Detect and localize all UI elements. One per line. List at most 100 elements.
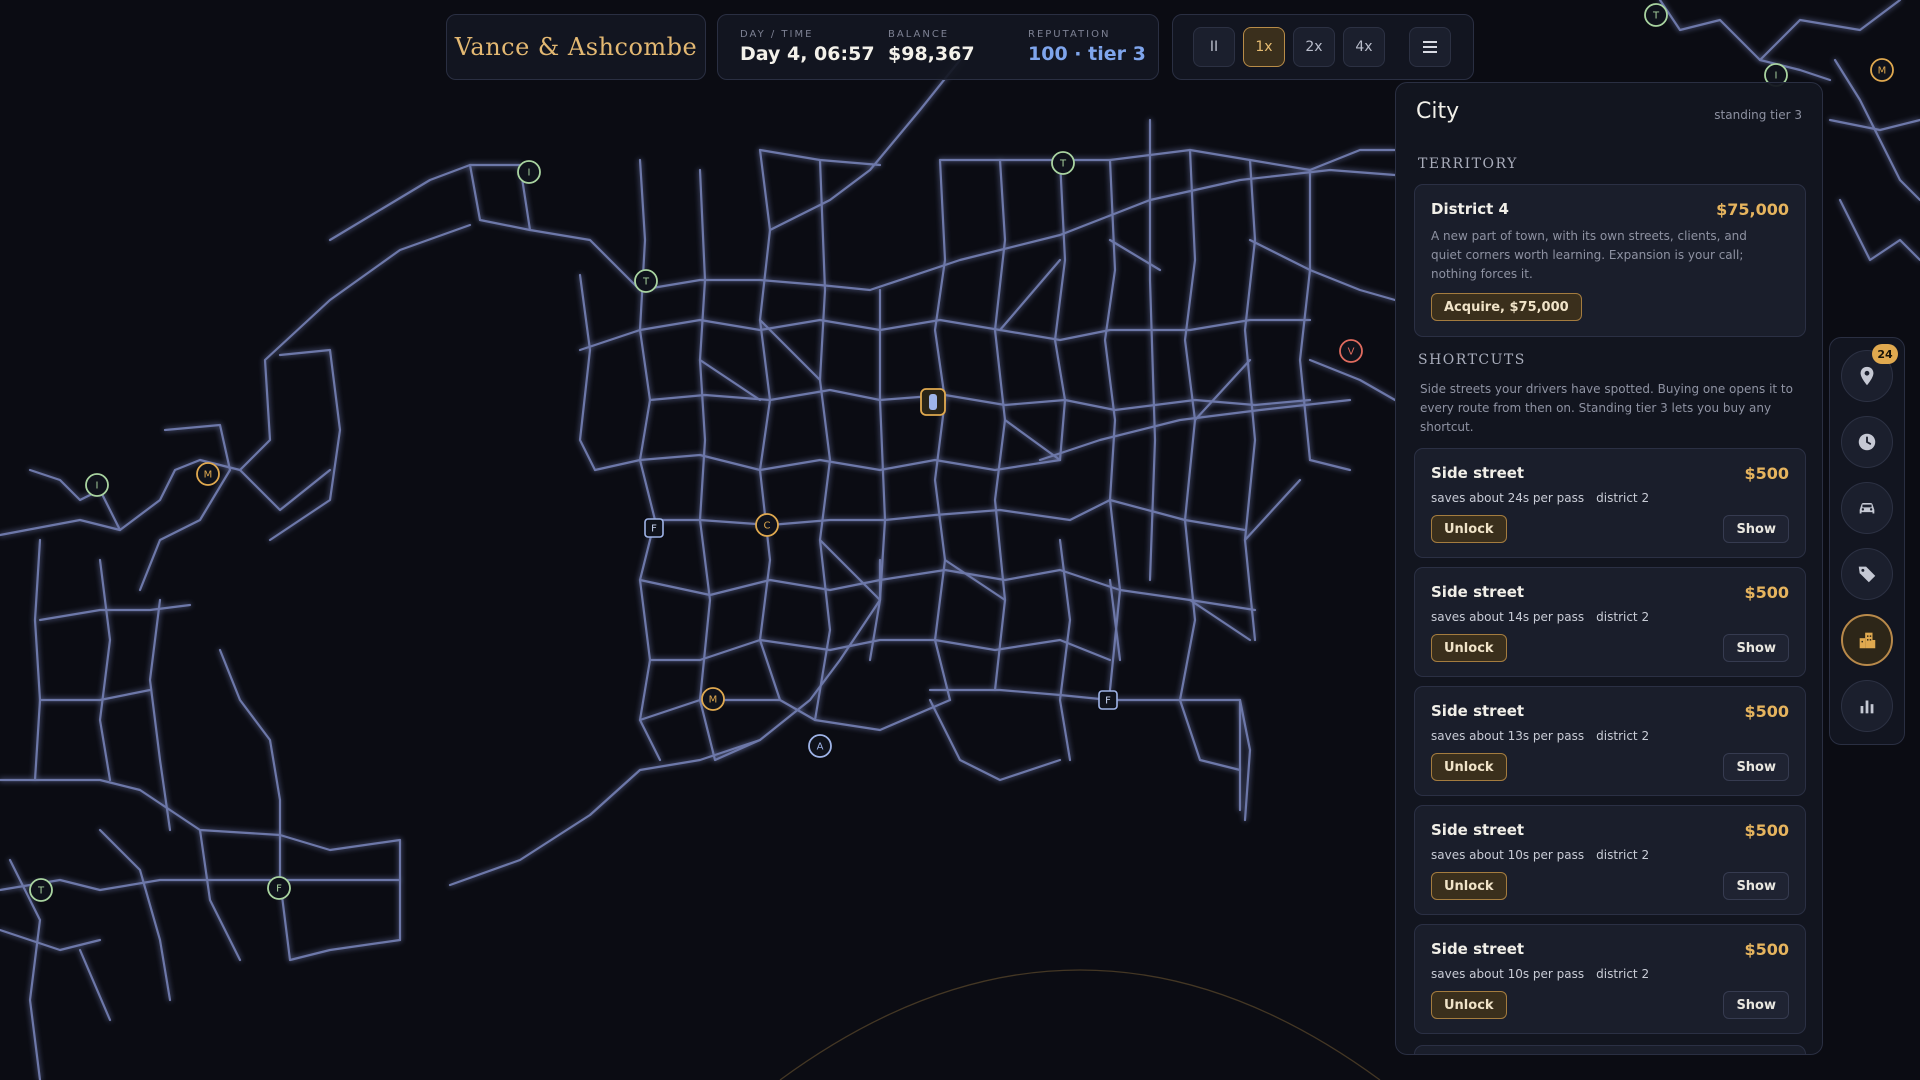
map-marker-letter: T: [1059, 159, 1067, 170]
map-marker-letter: T: [1652, 11, 1660, 22]
map-marker-letter: V: [1348, 347, 1355, 358]
shortcut-meta: saves about 13s per pass district 2: [1431, 729, 1649, 743]
shortcut-price: $500: [1744, 702, 1789, 721]
show-shortcut-button[interactable]: Show: [1723, 753, 1789, 781]
rail-city-button[interactable]: [1841, 614, 1893, 666]
menu-button[interactable]: [1409, 27, 1451, 67]
show-shortcut-button[interactable]: Show: [1723, 515, 1789, 543]
shortcut-price: $500: [1744, 583, 1789, 602]
rail-time-button[interactable]: [1841, 416, 1893, 468]
shortcut-meta: saves about 14s per pass district 2: [1431, 610, 1649, 624]
balance-value: $98,367: [888, 43, 975, 65]
city-icon: [1859, 632, 1876, 649]
reputation-label: REPUTATION: [1028, 29, 1111, 40]
day-time-value: Day 4, 06:57: [740, 43, 875, 65]
territory-heading: TERRITORY: [1418, 156, 1518, 172]
shortcut-district: district 2: [1596, 491, 1650, 505]
rail-pricing-button[interactable]: [1841, 548, 1893, 600]
shortcut-savings: saves about 10s per pass: [1431, 967, 1585, 981]
balance-label: BALANCE: [888, 29, 950, 40]
clock-icon: [1858, 433, 1876, 451]
shortcut-title: Side street: [1431, 940, 1525, 958]
map-pin-icon: [1860, 366, 1874, 386]
icon-rail: 24: [1829, 337, 1905, 745]
shortcut-title: Side street: [1431, 464, 1525, 482]
shortcut-title: Side street: [1431, 583, 1525, 601]
speed-1x-button[interactable]: 1x: [1243, 27, 1285, 67]
map-marker-letter: A: [817, 742, 824, 753]
map-marker-letter: M: [204, 470, 213, 481]
map-marker-letter: M: [1878, 66, 1887, 77]
car-icon: [1859, 502, 1875, 514]
range-arc: [779, 969, 1381, 1080]
unlock-shortcut-button[interactable]: Unlock: [1431, 515, 1507, 543]
acquire-district-button[interactable]: Acquire, $75,000: [1431, 293, 1582, 321]
show-shortcut-button[interactable]: Show: [1723, 634, 1789, 662]
day-time-stat: DAY / TIME Day 4, 06:57: [740, 29, 875, 65]
shortcut-meta: saves about 10s per pass district 2: [1431, 848, 1649, 862]
tag-icon: [1858, 566, 1876, 583]
panel-title: City: [1416, 99, 1460, 124]
show-shortcut-button[interactable]: Show: [1723, 991, 1789, 1019]
show-shortcut-button[interactable]: Show: [1723, 872, 1789, 900]
speed-2x-button[interactable]: 2x: [1293, 27, 1335, 67]
car-icon: [929, 394, 937, 410]
reputation-value: 100 · tier 3: [1028, 43, 1146, 65]
unlock-shortcut-button[interactable]: Unlock: [1431, 634, 1507, 662]
bar-chart-icon: [1860, 700, 1874, 714]
rail-stats-button[interactable]: [1841, 680, 1893, 732]
shortcut-card: Side street $500 saves about 24s per pass d…: [1414, 448, 1806, 558]
depot-marker-letter: F: [1105, 696, 1111, 707]
shortcut-meta: saves about 24s per pass district 2: [1431, 491, 1649, 505]
speed-controls: II 1x 2x 4x: [1172, 14, 1474, 80]
shortcut-savings: saves about 14s per pass: [1431, 610, 1585, 624]
pause-button[interactable]: II: [1193, 27, 1235, 67]
shortcuts-heading: SHORTCUTS: [1418, 352, 1526, 368]
map-marker-letter: T: [642, 277, 650, 288]
shortcut-district: district 2: [1596, 729, 1650, 743]
speed-4x-button[interactable]: 4x: [1343, 27, 1385, 67]
shortcut-card: Side street $500 saves about 10s per pass d…: [1414, 924, 1806, 1034]
shortcut-savings: saves about 10s per pass: [1431, 848, 1585, 862]
shortcut-district: district 2: [1596, 848, 1650, 862]
stats-card: DAY / TIME Day 4, 06:57 BALANCE $98,367 …: [717, 14, 1159, 80]
day-time-label: DAY / TIME: [740, 29, 814, 40]
unlock-shortcut-button[interactable]: Unlock: [1431, 872, 1507, 900]
city-panel: City standing tier 3 TERRITORY District …: [1395, 82, 1823, 1055]
shortcut-price: $500: [1744, 940, 1789, 959]
map-marker-letter: I: [1775, 71, 1778, 82]
balance-stat: BALANCE $98,367: [888, 29, 975, 65]
standing-tier: standing tier 3: [1714, 108, 1802, 122]
shortcut-meta: saves about 10s per pass district 2: [1431, 967, 1649, 981]
map-marker-letter: I: [528, 168, 531, 179]
company-name: Vance & Ashcombe: [454, 33, 698, 61]
unlock-shortcut-button[interactable]: Unlock: [1431, 753, 1507, 781]
district-title: District 4: [1431, 200, 1509, 218]
menu-icon: [1423, 41, 1437, 53]
district-description: A new part of town, with its own streets…: [1431, 229, 1747, 281]
shortcut-card: Side street $500 saves about 14s per pass d…: [1414, 567, 1806, 677]
shortcut-savings: saves about 24s per pass: [1431, 491, 1585, 505]
game-stage: I T T I M C M A T F V T I M F F Vance & Ashcombe DAY / …: [0, 0, 1920, 1080]
map-marker-letter: M: [709, 695, 718, 706]
shortcuts-description: Side streets your drivers have spotted. …: [1420, 382, 1793, 434]
map-marker-letter: I: [96, 481, 99, 492]
shortcut-price: $500: [1744, 464, 1789, 483]
map-marker-letter: F: [276, 884, 282, 895]
rail-fleet-button[interactable]: [1841, 482, 1893, 534]
map-marker-letter: C: [764, 521, 771, 532]
shortcut-title: Side street: [1431, 821, 1525, 839]
shortcut-savings: saves about 13s per pass: [1431, 729, 1585, 743]
shortcut-card: Side street $500 saves about 13s per pass d…: [1414, 686, 1806, 796]
brand-card: Vance & Ashcombe: [446, 14, 706, 80]
shortcut-card-partial: [1414, 1045, 1806, 1054]
district-price: $75,000: [1716, 200, 1789, 219]
shortcut-title: Side street: [1431, 702, 1525, 720]
shortcut-district: district 2: [1596, 610, 1650, 624]
panel-header: City standing tier 3: [1416, 99, 1802, 129]
shortcut-district: district 2: [1596, 967, 1650, 981]
unlock-shortcut-button[interactable]: Unlock: [1431, 991, 1507, 1019]
depot-marker-letter: F: [651, 524, 657, 535]
shortcut-price: $500: [1744, 821, 1789, 840]
map-marker-letter: T: [37, 886, 45, 897]
